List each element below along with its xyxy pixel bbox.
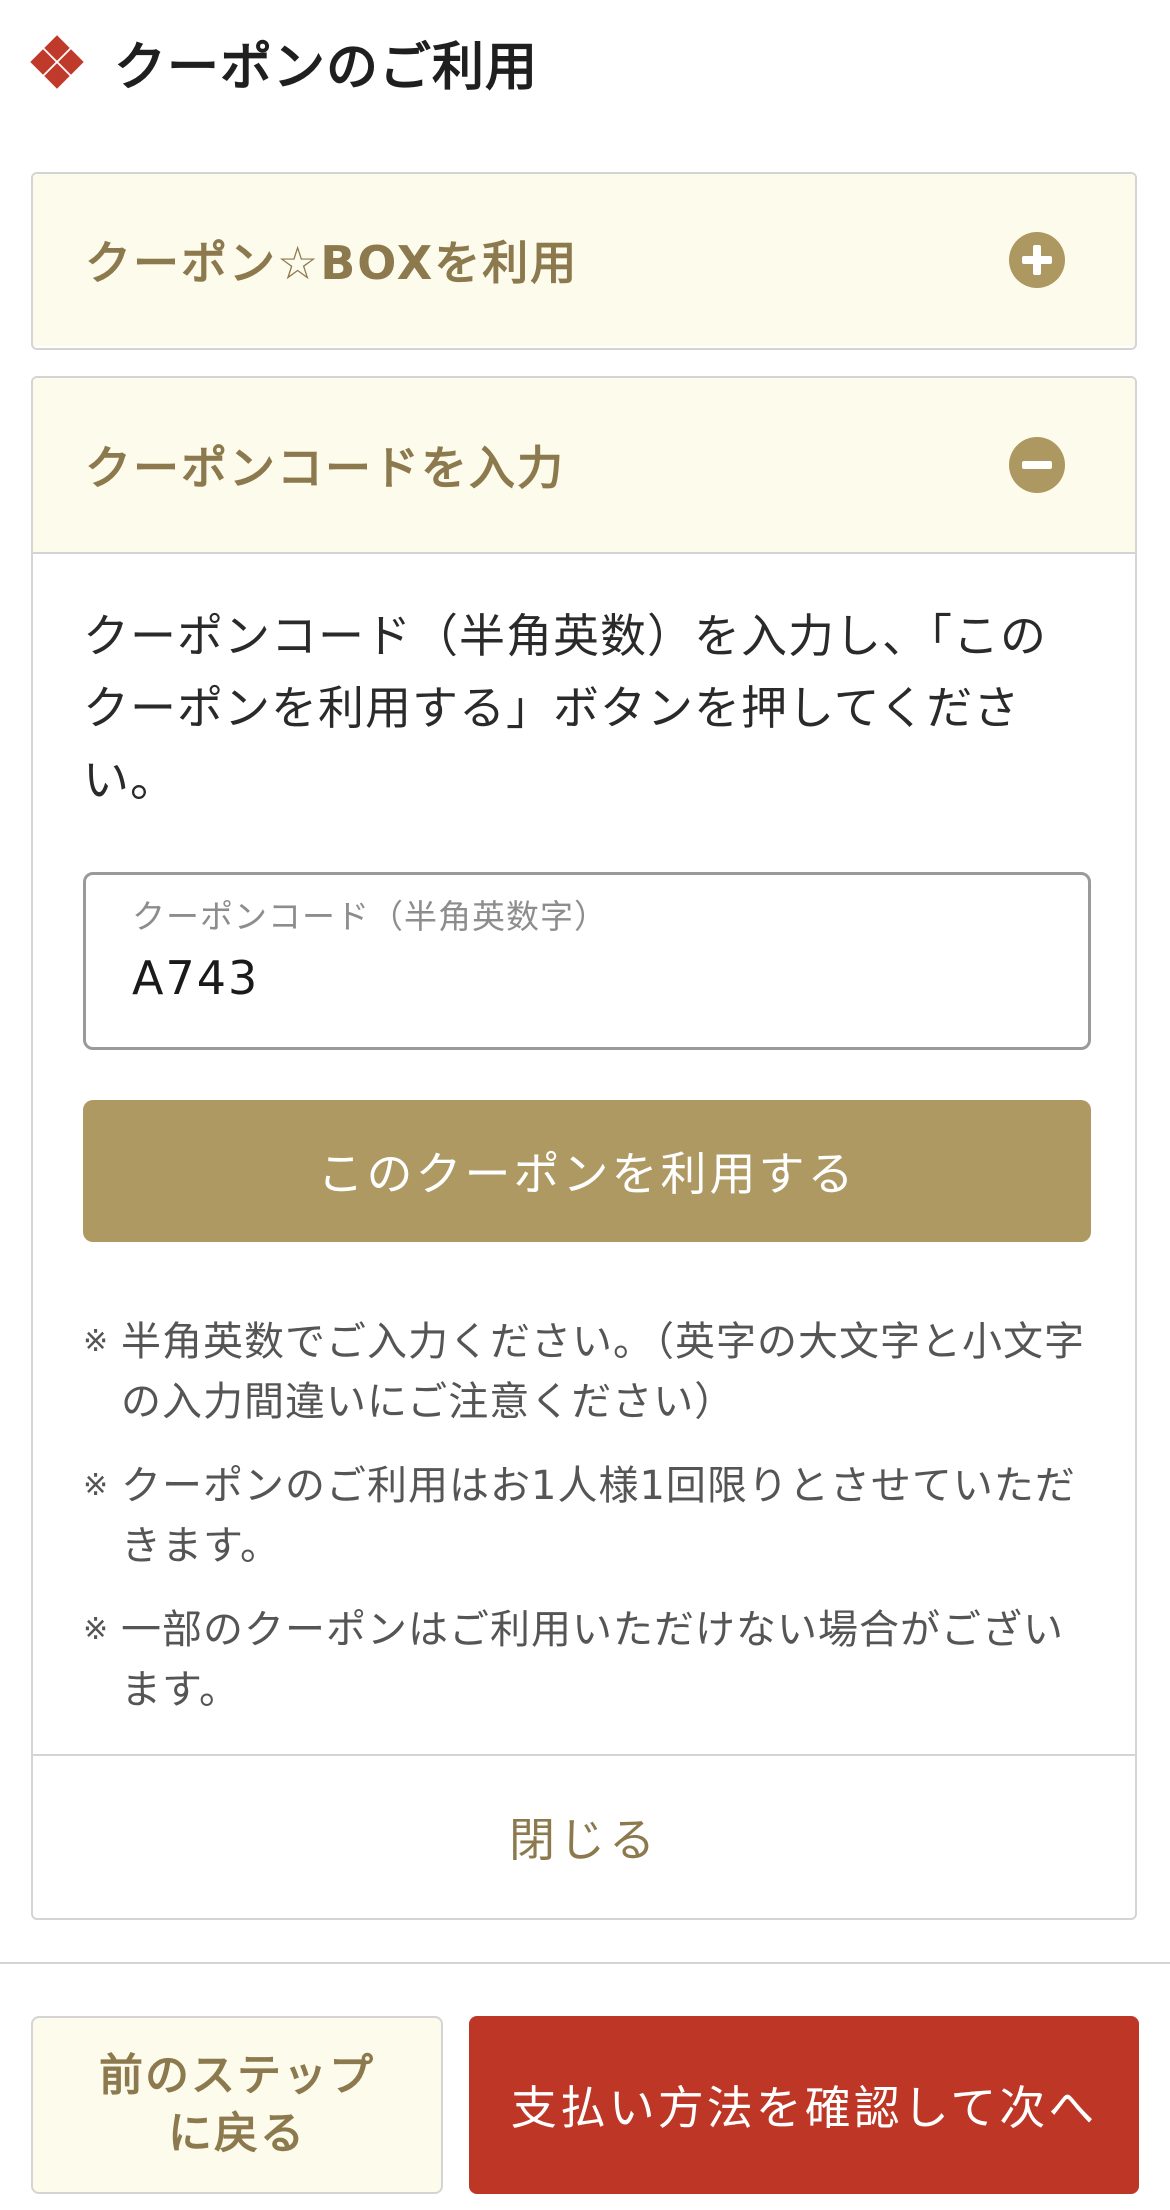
page-title: クーポンのご利用 (114, 37, 539, 98)
note-mark: ※ (83, 1612, 110, 1647)
note-item: ※ クーポンのご利用はお1人様1回限りとさせていただきます。 (83, 1456, 1085, 1576)
coupon-panel-footer: 閉じる (33, 1754, 1135, 1918)
diamond-cluster-icon (28, 33, 86, 91)
note-text: 半角英数でご入力ください。（英字の大文字と小文字の入力間違いにご注意ください） (121, 1319, 1085, 1425)
note-text: クーポンのご利用はお1人様1回限りとさせていただきます。 (121, 1463, 1076, 1569)
note-mark: ※ (83, 1324, 110, 1359)
coupon-code-title: クーポンコードを入力 (85, 441, 565, 495)
note-text: 一部のクーポンはご利用いただけない場合がございます。 (121, 1607, 1064, 1713)
coupon-box-panel: クーポン☆BOXを利用 (31, 172, 1137, 350)
coupon-code-field[interactable]: クーポンコード（半角英数字） (83, 872, 1091, 1050)
coupon-code-toggle[interactable]: クーポンコードを入力 (33, 378, 1135, 554)
note-item: ※ 一部のクーポンはご利用いただけない場合がございます。 (83, 1600, 1085, 1720)
minus-circle-icon[interactable] (1009, 437, 1065, 493)
section-header: クーポンのご利用 (28, 22, 538, 102)
note-item: ※ 半角英数でご入力ください。（英字の大文字と小文字の入力間違いにご注意ください… (83, 1312, 1085, 1432)
coupon-code-body: クーポンコード（半角英数）を入力し、「このクーポンを利用する」ボタンを押してくだ… (33, 600, 1135, 1720)
coupon-notes: ※ 半角英数でご入力ください。（英字の大文字と小文字の入力間違いにご注意ください… (83, 1312, 1085, 1720)
coupon-box-title: クーポン☆BOXを利用 (85, 236, 579, 290)
confirm-payment-next-button[interactable]: 支払い方法を確認して次へ (469, 2016, 1139, 2194)
back-step-label: 前のステップ に戻る (99, 2050, 375, 2159)
close-button[interactable]: 閉じる (509, 1804, 659, 1870)
apply-coupon-button[interactable]: このクーポンを利用する (83, 1100, 1091, 1242)
coupon-code-input[interactable] (132, 951, 1042, 1005)
coupon-instruction: クーポンコード（半角英数）を入力し、「このクーポンを利用する」ボタンを押してくだ… (83, 609, 1047, 807)
plus-circle-icon[interactable] (1009, 232, 1065, 288)
back-step-button[interactable]: 前のステップ に戻る (31, 2016, 443, 2194)
coupon-box-toggle[interactable]: クーポン☆BOXを利用 (33, 174, 1135, 346)
note-mark: ※ (83, 1468, 110, 1503)
coupon-code-panel: クーポンコードを入力 クーポンコード（半角英数）を入力し、「このクーポンを利用す… (31, 376, 1137, 1920)
footer-divider (0, 1962, 1170, 1964)
coupon-code-field-label: クーポンコード（半角英数字） (132, 897, 608, 936)
